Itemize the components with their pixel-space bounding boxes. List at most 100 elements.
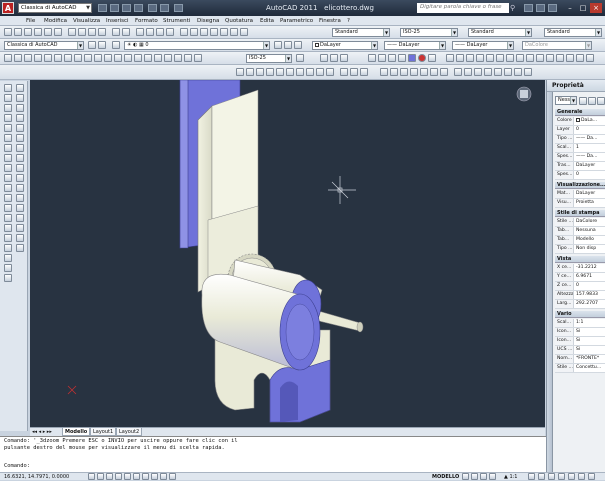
lock-icon[interactable] <box>548 473 555 480</box>
modeling-cylinder-icon[interactable] <box>456 54 464 62</box>
property-row[interactable]: Icon... Sì <box>555 337 605 346</box>
intersect-icon[interactable] <box>566 54 574 62</box>
isolate-objects-icon[interactable] <box>568 473 575 480</box>
visual-style-3d-icon[interactable] <box>378 54 386 62</box>
quick-dimension-icon[interactable] <box>84 54 92 62</box>
environment-icon[interactable] <box>514 68 522 76</box>
property-row[interactable]: X ce... -31.2212 <box>555 264 605 273</box>
union-icon[interactable] <box>546 54 554 62</box>
linear-dimension-icon[interactable] <box>4 54 12 62</box>
property-value[interactable]: -31.2212 <box>575 264 605 272</box>
array-icon[interactable] <box>16 124 24 132</box>
object-snap-icon[interactable] <box>124 473 131 480</box>
layer-previous-icon[interactable] <box>284 41 292 49</box>
gear-icon[interactable] <box>98 41 106 49</box>
workspace-combo[interactable]: Classica di AutoCAD ▼ <box>4 41 84 50</box>
modeling-box-icon[interactable] <box>446 54 454 62</box>
multiline-text-icon[interactable] <box>4 264 12 272</box>
layer-select[interactable]: ☀ ◐ ▦ 0 ▼ <box>124 41 270 50</box>
property-value[interactable]: 157.9833 <box>575 291 605 299</box>
property-value[interactable]: *FRONTE* <box>575 355 605 363</box>
polar-tracking-icon[interactable] <box>115 473 122 480</box>
property-row[interactable]: Stile ... DaColore <box>555 218 605 227</box>
chevron-down-icon[interactable]: ▼ <box>84 3 92 13</box>
view-right-icon[interactable] <box>266 68 274 76</box>
scale-icon[interactable] <box>16 154 24 162</box>
open-icon[interactable] <box>110 4 119 12</box>
properties-section-header[interactable]: Generale <box>555 109 605 116</box>
revolve-icon[interactable] <box>516 54 524 62</box>
move-icon[interactable] <box>16 134 24 142</box>
view-back-icon[interactable] <box>286 68 294 76</box>
polyline-icon[interactable] <box>4 104 12 112</box>
properties-section-header[interactable]: Visualizzazione... <box>555 182 605 189</box>
property-row[interactable]: Scal... 1 <box>555 144 605 153</box>
make-layer-current-icon[interactable] <box>274 41 282 49</box>
property-row[interactable]: Altezza 157.9833 <box>555 291 605 300</box>
view-nw-iso-icon[interactable] <box>326 68 334 76</box>
chamfer-icon[interactable] <box>16 224 24 232</box>
make-block-icon[interactable] <box>4 204 12 212</box>
command-line[interactable]: Comando: '_3dzoom Premere ESC o INVIO pe… <box>0 436 546 472</box>
rotate-icon[interactable] <box>16 144 24 152</box>
render-settings-icon[interactable] <box>504 68 512 76</box>
property-value[interactable]: DaColore <box>575 218 605 226</box>
view-bottom-icon[interactable] <box>246 68 254 76</box>
dimension-space-icon[interactable] <box>114 54 122 62</box>
region-icon[interactable] <box>4 244 12 252</box>
text-style-select[interactable]: Standard ▼ <box>332 28 390 37</box>
modeling-cone-icon[interactable] <box>476 54 484 62</box>
quick-select-icon[interactable] <box>597 97 605 105</box>
print-icon[interactable] <box>34 28 42 36</box>
property-value[interactable]: Sì <box>575 346 605 354</box>
walk-icon[interactable] <box>380 68 388 76</box>
property-row[interactable]: Stile ... Concettu... <box>555 364 605 373</box>
drawing-viewport[interactable] <box>30 80 545 427</box>
subtract-icon[interactable] <box>556 54 564 62</box>
tab-layout2[interactable]: Layout2 <box>116 428 143 436</box>
menu-item-help[interactable]: ? <box>347 16 350 26</box>
paste-icon[interactable] <box>88 28 96 36</box>
center-mark-icon[interactable] <box>144 54 152 62</box>
new-icon[interactable] <box>98 4 107 12</box>
ucs-previous-icon[interactable] <box>330 54 338 62</box>
properties-section-header[interactable]: Stile di stampa <box>555 210 605 217</box>
aligned-dimension-icon[interactable] <box>14 54 22 62</box>
property-value[interactable]: Non disp <box>575 245 605 253</box>
publish-icon[interactable] <box>54 28 62 36</box>
search-icon[interactable]: ⚲ <box>510 3 519 13</box>
angular-dimension-icon[interactable] <box>74 54 82 62</box>
properties-section-header[interactable]: Vista <box>555 256 605 263</box>
dynamic-ucs-icon[interactable] <box>142 473 149 480</box>
table-icon[interactable] <box>4 254 12 262</box>
match-properties-icon[interactable] <box>98 28 106 36</box>
property-row[interactable]: Tab... Nessuna <box>555 227 605 236</box>
toggle-pickadd-icon[interactable] <box>579 97 587 105</box>
zoom-icon[interactable] <box>489 473 496 480</box>
property-row[interactable]: UCS ... Sì <box>555 346 605 355</box>
view-sw-iso-icon[interactable] <box>296 68 304 76</box>
linetype-select[interactable]: —— DaLayer ▼ <box>384 41 446 50</box>
circle-icon[interactable] <box>4 144 12 152</box>
free-orbit-icon[interactable] <box>350 68 358 76</box>
view-se-iso-icon[interactable] <box>306 68 314 76</box>
dimension-style-select[interactable]: ISO-25 ▼ <box>400 28 458 37</box>
properties-icon[interactable] <box>180 28 188 36</box>
extend-icon[interactable] <box>16 184 24 192</box>
property-value[interactable]: —— Da... <box>575 153 605 161</box>
undo-icon[interactable] <box>148 4 157 12</box>
sweep-icon[interactable] <box>526 54 534 62</box>
property-value[interactable]: DaLayer <box>575 190 605 198</box>
property-value[interactable]: Sì <box>575 337 605 345</box>
extrude-icon[interactable] <box>506 54 514 62</box>
render-region-icon[interactable] <box>524 68 532 76</box>
modeling-sphere-icon[interactable] <box>466 54 474 62</box>
property-row[interactable]: Y ce... 6.9671 <box>555 273 605 282</box>
continuous-orbit-icon[interactable] <box>360 68 368 76</box>
clean-screen-icon[interactable] <box>588 473 595 480</box>
property-row[interactable]: Nom... *FRONTE* <box>555 355 605 364</box>
grid-display-icon[interactable] <box>97 473 104 480</box>
snap-mode-icon[interactable] <box>88 473 95 480</box>
view-left-icon[interactable] <box>256 68 264 76</box>
layer-state-icon[interactable] <box>294 41 302 49</box>
